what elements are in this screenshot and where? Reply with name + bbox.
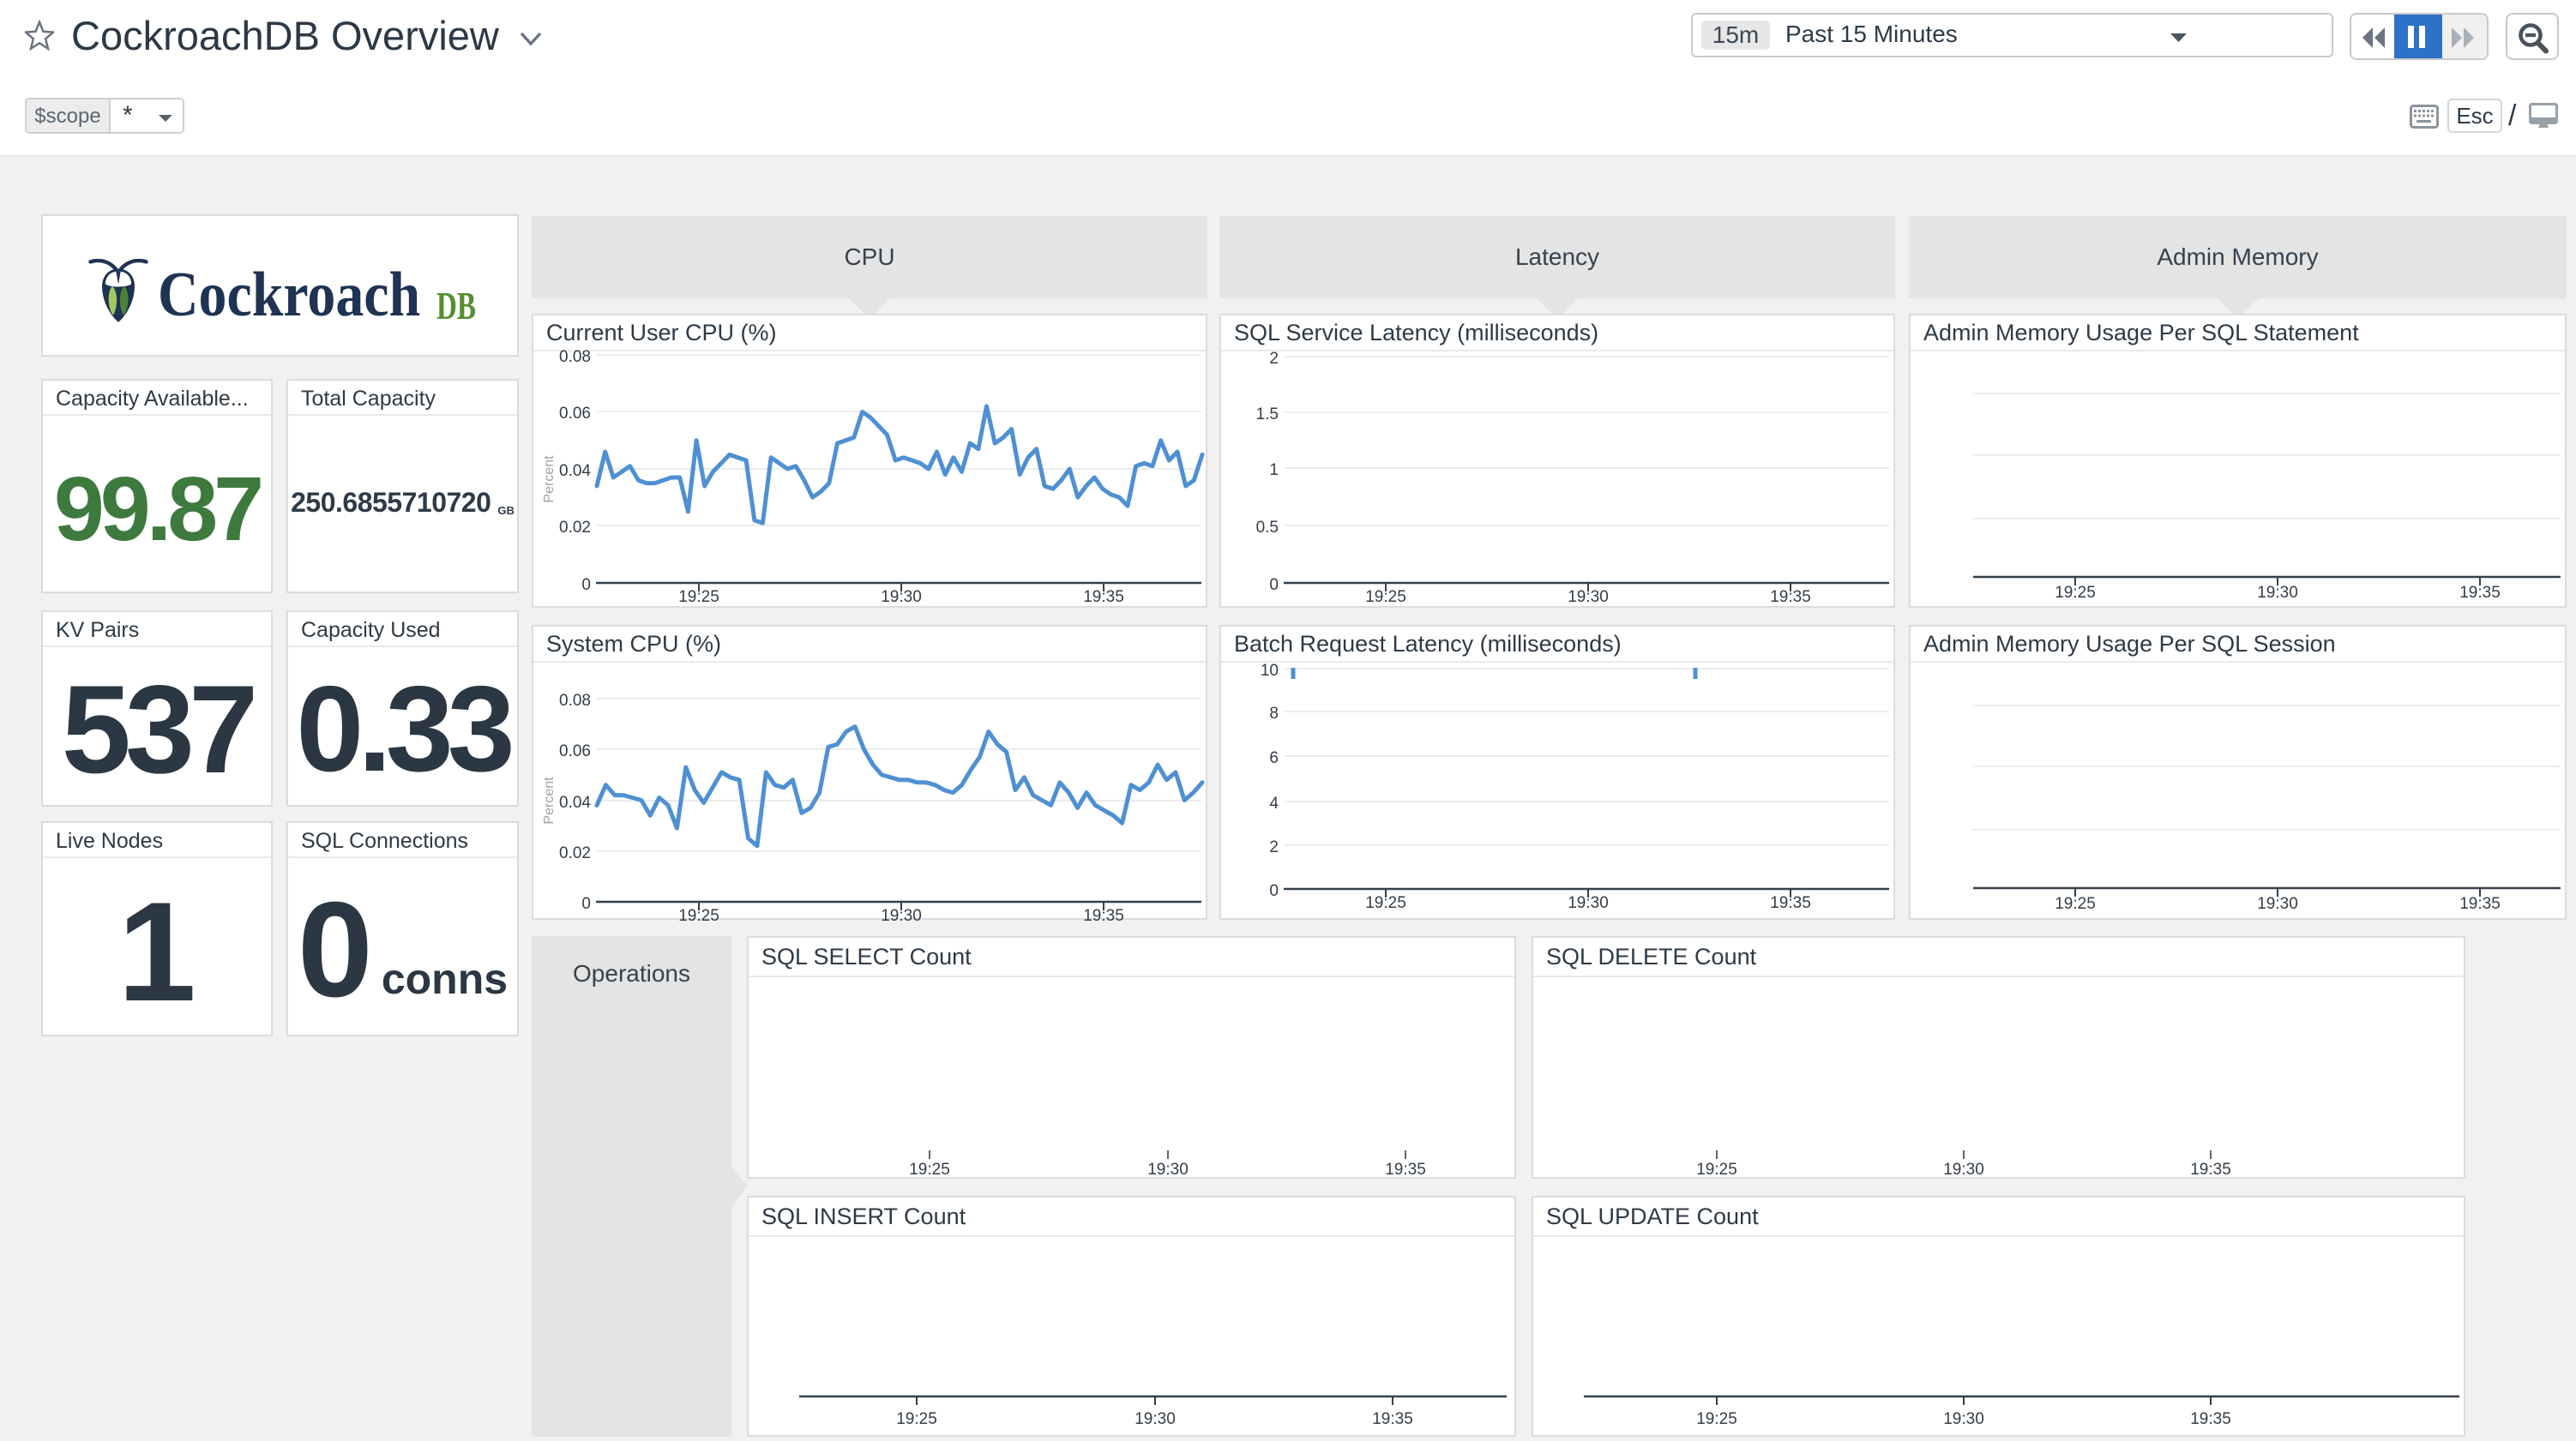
svg-text:0.5: 0.5 — [1256, 519, 1279, 537]
svg-text:19:30: 19:30 — [881, 588, 922, 606]
svg-text:19:35: 19:35 — [1770, 588, 1811, 606]
svg-text:19:25: 19:25 — [2055, 584, 2096, 602]
svg-text:0.04: 0.04 — [559, 462, 591, 480]
svg-text:19:25: 19:25 — [2055, 895, 2096, 913]
svg-text:2: 2 — [1269, 350, 1279, 368]
svg-text:19:35: 19:35 — [2190, 1410, 2231, 1428]
svg-text:0.08: 0.08 — [559, 348, 591, 366]
svg-text:Percent: Percent — [542, 777, 557, 825]
svg-text:0.02: 0.02 — [559, 519, 591, 537]
svg-text:19:35: 19:35 — [1083, 907, 1124, 922]
svg-text:0: 0 — [1269, 576, 1279, 594]
svg-text:0.06: 0.06 — [559, 742, 591, 760]
svg-text:0.04: 0.04 — [559, 794, 591, 812]
svg-text:19:25: 19:25 — [678, 907, 719, 922]
svg-text:1.5: 1.5 — [1256, 405, 1279, 423]
svg-text:19:25: 19:25 — [678, 588, 719, 606]
svg-text:19:30: 19:30 — [881, 907, 922, 922]
svg-text:8: 8 — [1269, 705, 1279, 723]
svg-text:19:25: 19:25 — [1365, 894, 1406, 912]
svg-text:0.02: 0.02 — [559, 844, 591, 862]
svg-text:19:30: 19:30 — [1943, 1161, 1984, 1179]
svg-text:19:25: 19:25 — [1696, 1410, 1737, 1428]
svg-text:19:35: 19:35 — [2459, 584, 2501, 602]
svg-text:19:25: 19:25 — [1696, 1161, 1737, 1179]
svg-text:19:25: 19:25 — [896, 1410, 937, 1428]
svg-text:0: 0 — [581, 576, 591, 594]
svg-text:19:30: 19:30 — [2257, 584, 2298, 602]
svg-text:Percent: Percent — [542, 455, 557, 503]
svg-text:19:30: 19:30 — [1943, 1410, 1984, 1428]
svg-text:19:25: 19:25 — [909, 1161, 950, 1179]
svg-text:1: 1 — [1269, 461, 1279, 479]
svg-text:19:30: 19:30 — [1568, 588, 1609, 606]
svg-text:19:30: 19:30 — [1135, 1410, 1176, 1428]
svg-text:0: 0 — [581, 895, 591, 913]
svg-text:0.06: 0.06 — [559, 405, 591, 423]
svg-text:0: 0 — [1269, 882, 1279, 900]
svg-text:19:35: 19:35 — [1770, 894, 1811, 912]
svg-text:19:35: 19:35 — [1083, 588, 1124, 606]
svg-text:0.08: 0.08 — [559, 692, 591, 710]
svg-text:4: 4 — [1269, 795, 1279, 813]
svg-text:19:35: 19:35 — [1385, 1161, 1426, 1179]
svg-text:10: 10 — [1261, 662, 1279, 680]
svg-text:19:30: 19:30 — [1147, 1161, 1189, 1179]
svg-text:19:35: 19:35 — [1372, 1410, 1413, 1428]
svg-text:19:35: 19:35 — [2459, 895, 2501, 913]
svg-text:19:25: 19:25 — [1365, 588, 1406, 606]
svg-text:19:30: 19:30 — [1568, 894, 1609, 912]
svg-text:2: 2 — [1269, 838, 1279, 856]
svg-text:19:35: 19:35 — [2190, 1161, 2231, 1179]
svg-text:6: 6 — [1269, 749, 1279, 767]
svg-text:19:30: 19:30 — [2257, 895, 2298, 913]
